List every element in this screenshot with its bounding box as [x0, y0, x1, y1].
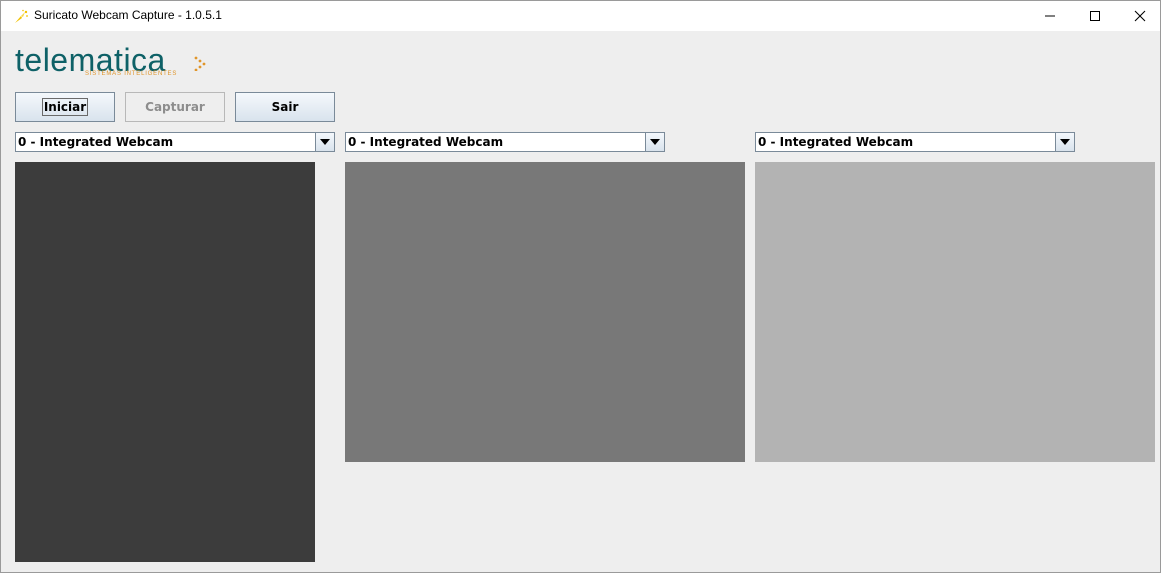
minimize-icon: [1044, 7, 1056, 26]
camera-select-1-value: 0 - Integrated Webcam: [18, 135, 174, 149]
title-bar[interactable]: Suricato Webcam Capture - 1.0.5.1: [1, 1, 1160, 31]
camera-select-2[interactable]: 0 - Integrated Webcam: [345, 132, 665, 152]
start-button-label: Iniciar: [41, 98, 89, 116]
close-icon: [1134, 7, 1146, 26]
maximize-icon: [1089, 7, 1101, 26]
capture-button[interactable]: Capturar: [125, 92, 225, 122]
window-title: Suricato Webcam Capture - 1.0.5.1: [34, 8, 222, 22]
exit-button[interactable]: Sair: [235, 92, 335, 122]
telematica-logo: telematica SISTEMAS INTELIGENTES: [15, 43, 215, 83]
chevron-down-icon[interactable]: [1055, 133, 1074, 151]
minimize-button[interactable]: [1027, 1, 1073, 31]
camera-preview-3: [755, 162, 1155, 462]
camera-select-2-value: 0 - Integrated Webcam: [348, 135, 504, 149]
chevron-down-icon[interactable]: [645, 133, 664, 151]
capture-button-label: Capturar: [145, 100, 205, 114]
camera-preview-2: [345, 162, 745, 462]
app-window: Suricato Webcam Capture - 1.0.5.1 telema…: [0, 0, 1161, 573]
suricato-sparkle-icon: [13, 9, 29, 25]
camera-select-1[interactable]: 0 - Integrated Webcam: [15, 132, 335, 152]
camera-select-3[interactable]: 0 - Integrated Webcam: [755, 132, 1075, 152]
maximize-button[interactable]: [1072, 1, 1118, 31]
camera-preview-1: [15, 162, 315, 562]
chevron-down-icon[interactable]: [315, 133, 334, 151]
start-button[interactable]: Iniciar: [15, 92, 115, 122]
logo-arrow-dots-icon: [193, 55, 209, 72]
close-button[interactable]: [1117, 1, 1160, 31]
logo-tagline: SISTEMAS INTELIGENTES: [85, 71, 178, 77]
exit-button-label: Sair: [271, 100, 299, 114]
camera-select-3-value: 0 - Integrated Webcam: [758, 135, 914, 149]
